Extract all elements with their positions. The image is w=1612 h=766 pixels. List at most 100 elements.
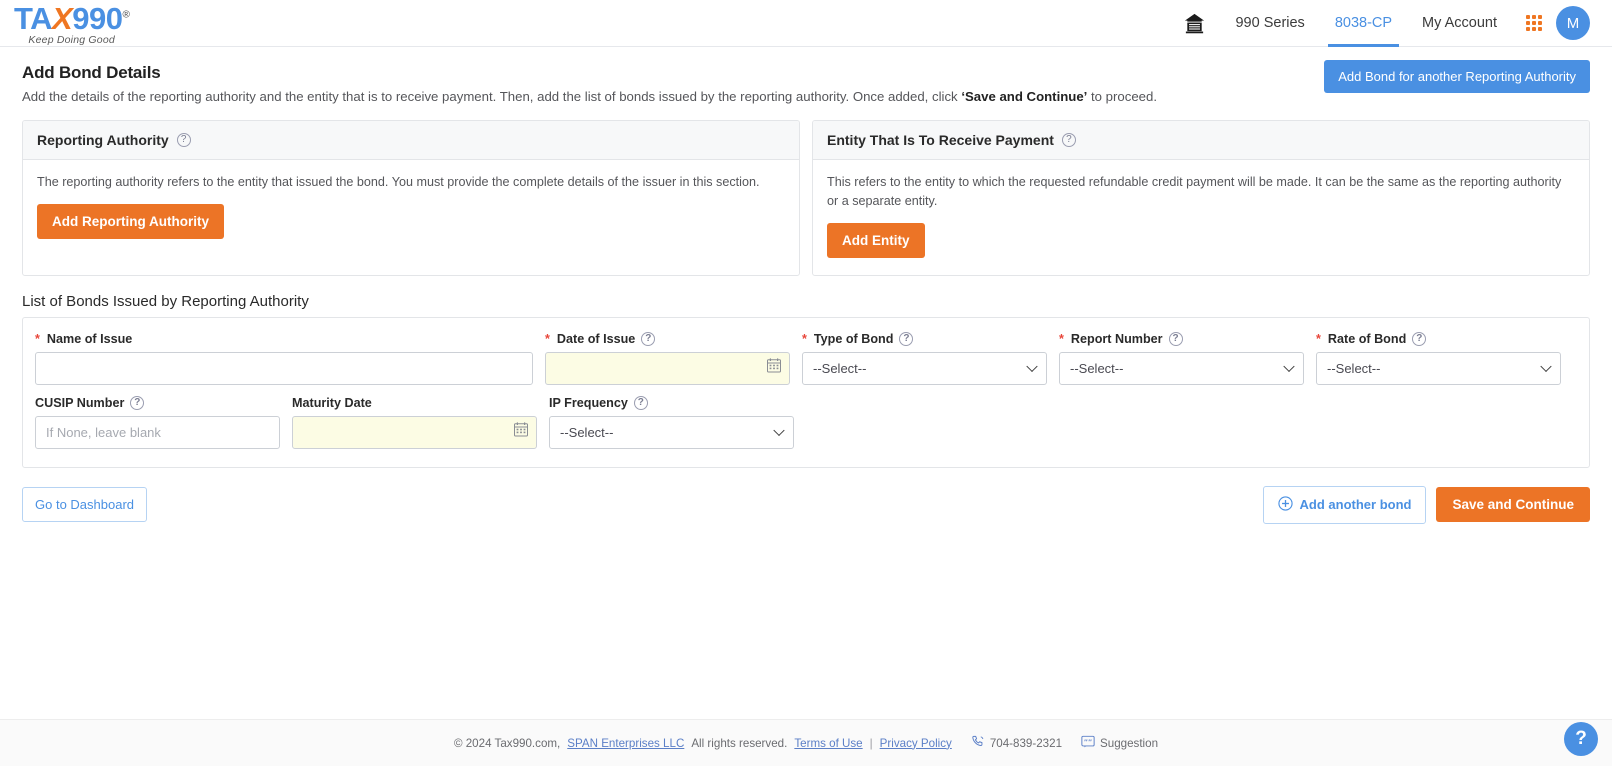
name-of-issue-input[interactable] — [35, 351, 533, 385]
tax990-logo[interactable]: TAX990® Keep Doing Good — [14, 0, 130, 46]
label-type-of-bond: * Type of Bond? — [802, 331, 1047, 346]
bond-entry-card: * Name of Issue * Date of Issue? * Type … — [22, 316, 1590, 468]
field-report-number: * Report Number? --Select-- — [1059, 331, 1304, 385]
bonds-section-title: List of Bonds Issued by Reporting Author… — [22, 292, 309, 310]
label-text: Date of Issue — [556, 331, 636, 346]
plus-circle-icon — [1277, 496, 1293, 514]
label-rate-of-bond: * Rate of Bond? — [1316, 331, 1561, 346]
label-maturity-date: Maturity Date — [292, 396, 537, 410]
ip-frequency-select[interactable]: --Select-- — [549, 415, 794, 449]
nav-item-990-series[interactable]: 990 Series — [1220, 0, 1319, 47]
avatar[interactable]: M — [1556, 6, 1590, 40]
go-to-dashboard-button[interactable]: Go to Dashboard — [22, 487, 148, 523]
report-number-control: --Select-- — [1059, 351, 1304, 385]
question-mark-icon[interactable]: ? — [633, 395, 648, 410]
date-of-issue-input[interactable] — [545, 351, 790, 385]
question-mark-icon[interactable]: ? — [1061, 133, 1076, 147]
field-name-of-issue: * Name of Issue — [35, 332, 533, 385]
label-text: IP Frequency — [549, 395, 628, 410]
required-asterisk: * — [802, 331, 807, 346]
maturity-date-input[interactable] — [292, 415, 537, 449]
label-report-number: * Report Number? — [1059, 331, 1304, 346]
add-another-bond-button[interactable]: Add another bond — [1262, 485, 1427, 524]
action-bar: Go to Dashboard Add another bond Save an… — [0, 468, 1612, 524]
label-text: Maturity Date — [292, 395, 372, 410]
add-another-bond-label: Add another bond — [1299, 497, 1412, 513]
report-number-select[interactable]: --Select-- — [1059, 351, 1304, 385]
question-mark-icon[interactable]: ? — [130, 395, 145, 410]
reporting-authority-panel-header: Reporting Authority ? — [23, 121, 799, 160]
footer-phone-number: 704-839-2321 — [989, 736, 1063, 750]
reporting-authority-panel-body: The reporting authority refers to the en… — [23, 160, 799, 256]
nav-item-my-account[interactable]: My Account — [1407, 0, 1512, 47]
save-and-continue-button[interactable]: Save and Continue — [1436, 487, 1590, 523]
question-mark-icon[interactable]: ? — [641, 331, 656, 346]
question-mark-icon[interactable]: ? — [176, 133, 191, 147]
rate-of-bond-control: --Select-- — [1316, 351, 1561, 385]
name-of-issue-control — [35, 351, 533, 385]
label-date-of-issue: * Date of Issue? — [545, 331, 790, 346]
label-ip-frequency: IP Frequency? — [549, 395, 794, 410]
cusip-number-control — [35, 415, 280, 449]
footer-suggestion[interactable]: Suggestion — [1081, 735, 1158, 752]
reporting-authority-title: Reporting Authority — [37, 132, 169, 148]
info-panels: Reporting Authority ? The reporting auth… — [0, 104, 1612, 276]
privacy-policy-link[interactable]: Privacy Policy — [880, 737, 952, 750]
question-mark-icon[interactable]: ? — [899, 331, 914, 346]
label-text: Rate of Bond — [1327, 331, 1407, 346]
quote-icon — [1081, 735, 1095, 752]
page-header: Add Bond Details Add the details of the … — [0, 47, 1612, 104]
required-asterisk: * — [35, 331, 40, 346]
entity-panel-body: This refers to the entity to which the r… — [813, 160, 1589, 275]
footer-suggestion-label: Suggestion — [1100, 736, 1159, 750]
label-text: Type of Bond — [813, 331, 894, 346]
bond-fields-row-1: * Name of Issue * Date of Issue? * Type … — [35, 331, 1577, 385]
reporting-authority-description: The reporting authority refers to the en… — [37, 175, 760, 189]
subtitle-emphasis: ‘Save and Continue’ — [961, 89, 1088, 104]
cusip-number-input[interactable] — [35, 415, 280, 449]
logo-tagline: Keep Doing Good — [28, 33, 115, 46]
maturity-date-control — [292, 415, 537, 449]
reporting-authority-panel: Reporting Authority ? The reporting auth… — [22, 120, 800, 276]
field-ip-frequency: IP Frequency? --Select-- — [549, 395, 794, 449]
nav-right-group: 990 Series 8038-CP My Account M — [1169, 0, 1590, 47]
span-enterprises-link[interactable]: SPAN Enterprises LLC — [567, 737, 684, 750]
entity-panel-title: Entity That Is To Receive Payment — [827, 132, 1054, 148]
type-of-bond-select[interactable]: --Select-- — [802, 351, 1047, 385]
bond-fields-row-2: CUSIP Number? Maturity Date — [35, 395, 1577, 449]
terms-of-use-link[interactable]: Terms of Use — [794, 737, 862, 750]
question-mark-icon[interactable]: ? — [1168, 331, 1183, 346]
logo-wordmark: TAX990® — [14, 0, 130, 36]
grid-apps-icon[interactable] — [1526, 15, 1542, 31]
field-type-of-bond: * Type of Bond? --Select-- — [802, 331, 1047, 385]
phone-icon — [971, 735, 985, 752]
footer-separator: | — [869, 736, 873, 750]
type-of-bond-control: --Select-- — [802, 351, 1047, 385]
label-cusip-number: CUSIP Number? — [35, 395, 280, 410]
page-footer: © 2024 Tax990.com, SPAN Enterprises LLC … — [0, 719, 1612, 766]
nav-item-8038-cp[interactable]: 8038-CP — [1320, 0, 1407, 47]
action-bar-right: Add another bond Save and Continue — [1262, 485, 1590, 524]
field-date-of-issue: * Date of Issue? — [545, 331, 790, 385]
required-asterisk: * — [1316, 331, 1321, 346]
help-floating-button[interactable]: ? — [1564, 722, 1598, 756]
required-asterisk: * — [545, 331, 550, 346]
logo-text-x: X — [52, 0, 73, 36]
label-text: Report Number — [1070, 331, 1163, 346]
entity-panel-header: Entity That Is To Receive Payment ? — [813, 121, 1589, 160]
top-navigation-bar: TAX990® Keep Doing Good 990 Series 8038-… — [0, 0, 1612, 47]
logo-registered-mark: ® — [122, 9, 130, 21]
question-mark-icon[interactable]: ? — [1412, 331, 1427, 346]
footer-rights: All rights reserved. — [691, 736, 788, 750]
add-entity-button[interactable]: Add Entity — [827, 222, 925, 258]
entity-to-receive-payment-panel: Entity That Is To Receive Payment ? This… — [812, 120, 1590, 276]
rate-of-bond-select[interactable]: --Select-- — [1316, 351, 1561, 385]
date-of-issue-control — [545, 351, 790, 385]
logo-text-990: 990 — [72, 0, 123, 36]
bank-home-icon[interactable] — [1169, 12, 1220, 35]
app-page: TAX990® Keep Doing Good 990 Series 8038-… — [0, 0, 1612, 766]
add-bond-for-another-reporting-authority-button[interactable]: Add Bond for another Reporting Authority — [1324, 60, 1590, 93]
footer-phone[interactable]: 704-839-2321 — [971, 735, 1062, 752]
subtitle-part-1: Add the details of the reporting authori… — [22, 89, 962, 104]
add-reporting-authority-button[interactable]: Add Reporting Authority — [37, 203, 224, 239]
